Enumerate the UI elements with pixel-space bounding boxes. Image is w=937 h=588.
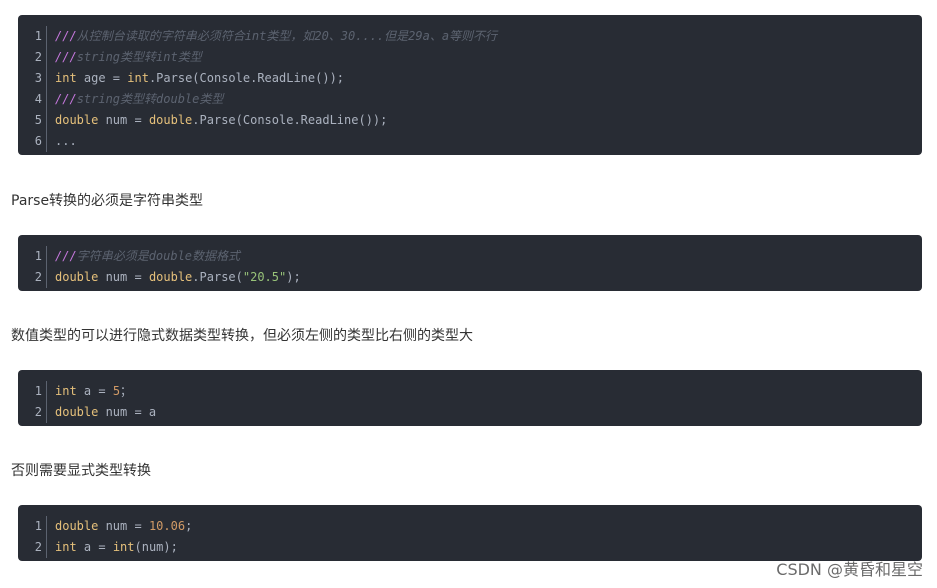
code-token: .Parse( <box>192 270 243 284</box>
code-block-implicit: 1 int a = 5； 2 double num = a <box>18 370 922 426</box>
code-text: double num = 10.06; <box>47 516 192 537</box>
code-line: 1 int a = 5； <box>18 381 922 402</box>
code-line: 5 double num = double.Parse(Console.ReadL… <box>18 110 922 131</box>
code-line: 2 double num = double.Parse("20.5"); <box>18 267 922 288</box>
code-text: ///从控制台读取的字符串必须符合int类型，如20、30....但是29a、a… <box>47 26 497 47</box>
code-token: /// <box>55 249 77 263</box>
code-token: (num); <box>134 540 178 554</box>
code-line: 2 int a = int(num); <box>18 537 922 558</box>
code-line: 4///string类型转double类型 <box>18 89 922 110</box>
code-token: 字符串必须是double数据格式 <box>76 249 241 263</box>
code-line: 1///从控制台读取的字符串必须符合int类型，如20、30....但是29a、… <box>18 26 922 47</box>
code-block-explicit: 1 double num = 10.06; 2 int a = int(num); <box>18 505 922 561</box>
code-text: ///string类型转int类型 <box>47 47 202 68</box>
code-token: double <box>55 270 99 284</box>
code-token: "20.5" <box>242 270 287 284</box>
line-number: 1 <box>18 246 47 267</box>
code-text: ///string类型转double类型 <box>47 89 223 110</box>
code-token: /// <box>55 92 77 106</box>
code-token: 5 <box>112 384 121 398</box>
line-number: 6 <box>18 131 47 152</box>
code-token: ); <box>286 270 301 284</box>
code-token: ; <box>185 519 193 533</box>
code-text: int a = int(num); <box>47 537 178 558</box>
code-token: int <box>55 71 77 85</box>
code-token: /// <box>55 29 77 43</box>
code-token: age = <box>76 71 128 85</box>
line-number: 1 <box>18 381 47 402</box>
code-token: num = <box>98 519 149 533</box>
code-text: double num = double.Parse("20.5"); <box>47 267 301 288</box>
line-number: 1 <box>18 516 47 537</box>
line-number: 2 <box>18 267 47 288</box>
code-token: num = <box>98 270 149 284</box>
code-token: int <box>55 540 77 554</box>
code-token: .Parse(Console.ReadLine()); <box>148 71 345 85</box>
code-token: a = <box>76 540 113 554</box>
line-number: 2 <box>18 402 47 423</box>
code-token: int <box>55 384 77 398</box>
code-token: string类型转int类型 <box>76 50 202 64</box>
code-token: double <box>55 113 99 127</box>
code-block-parse-examples: 1///从控制台读取的字符串必须符合int类型，如20、30....但是29a、… <box>18 15 922 155</box>
code-text: double num = a <box>47 402 156 423</box>
code-text: ... <box>47 131 77 152</box>
code-token: 从控制台读取的字符串必须符合int类型，如20、30....但是29a、a等则不… <box>76 29 498 43</box>
code-text: int a = 5； <box>47 381 132 402</box>
line-number: 4 <box>18 89 47 110</box>
line-number: 1 <box>18 26 47 47</box>
line-number: 5 <box>18 110 47 131</box>
code-text: double num = double.Parse(Console.ReadLi… <box>47 110 387 131</box>
code-line: 2///string类型转int类型 <box>18 47 922 68</box>
code-line: 6... <box>18 131 922 152</box>
code-token: string类型转double类型 <box>76 92 224 106</box>
csdn-watermark: CSDN @黄昏和星空 <box>776 560 923 579</box>
code-token: num = <box>98 113 149 127</box>
code-block-double-parse: 1///字符串必须是double数据格式 2 double num = double… <box>18 235 922 291</box>
code-text: int age = int.Parse(Console.ReadLine()); <box>47 68 344 89</box>
code-token: .Parse(Console.ReadLine()); <box>192 113 388 127</box>
code-token: int <box>112 540 135 554</box>
code-token: ... <box>55 134 77 148</box>
code-token: /// <box>55 50 77 64</box>
code-token: double <box>55 405 99 419</box>
code-token: a = <box>76 384 113 398</box>
code-token: 10.06 <box>148 519 186 533</box>
line-number: 3 <box>18 68 47 89</box>
code-line: 1 double num = 10.06; <box>18 516 922 537</box>
code-token: ； <box>120 384 133 398</box>
code-token: int <box>127 71 149 85</box>
code-token: double <box>148 113 193 127</box>
line-number: 2 <box>18 47 47 68</box>
code-line: 1///字符串必须是double数据格式 <box>18 246 922 267</box>
code-token: num = a <box>98 405 157 419</box>
code-token: double <box>148 270 193 284</box>
paragraph-parse-note: Parse转换的必须是字符串类型 <box>11 193 204 209</box>
line-number: 2 <box>18 537 47 558</box>
code-line: 2 double num = a <box>18 402 922 423</box>
code-line: 3 int age = int.Parse(Console.ReadLine())… <box>18 68 922 89</box>
code-text: ///字符串必须是double数据格式 <box>47 246 240 267</box>
code-token: double <box>55 519 99 533</box>
paragraph-implicit-conversion: 数值类型的可以进行隐式数据类型转换，但必须左侧的类型比右侧的类型大 <box>11 328 473 344</box>
paragraph-explicit-conversion: 否则需要显式类型转换 <box>11 463 151 479</box>
